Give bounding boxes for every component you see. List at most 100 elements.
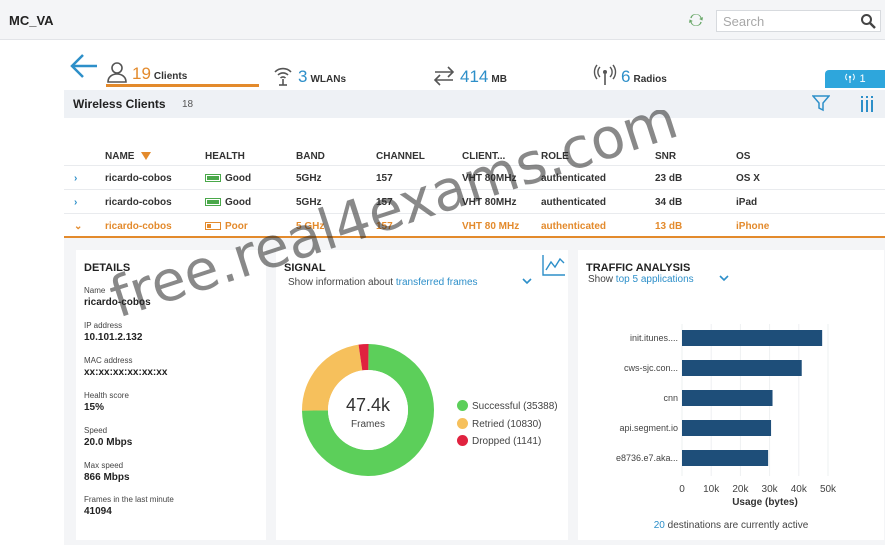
wlans-count: 3 [298,67,308,86]
traffic-bar[interactable] [682,390,773,406]
tab-radios[interactable]: 6 Radios [593,51,667,87]
row-expand-icon[interactable]: › [74,197,88,208]
refresh-icon[interactable] [688,12,704,28]
signal-panel: SIGNAL Show information about transferre… [276,250,568,540]
detail-value-health: 15% [84,402,105,413]
destinations-text: destinations are currently active [667,520,809,531]
radio-badge-button[interactable]: 1 [825,70,885,88]
client-details-area: DETAILS Name ricardo-cobos IP address 10… [64,238,885,545]
clients-table: NAME HEALTH BAND CHANNEL CLIENT... ROLE … [64,144,885,238]
search-box[interactable] [716,10,881,32]
row-band: 5GHz [296,197,322,208]
summary-bar: 19 Clients 3 WLANs 414 MB 6 Radios 1 [58,41,885,89]
row-health: Good [205,197,251,208]
detail-label-speed: Speed [84,426,108,435]
bar-category-label: init.itunes.... [630,333,678,343]
column-header-channel[interactable]: CHANNEL [376,151,425,162]
health-bar-icon [205,222,221,230]
wifi-icon [274,67,292,86]
search-icon[interactable] [860,13,876,29]
row-collapse-icon[interactable]: ⌄ [74,221,88,232]
tab-wlans[interactable]: 3 WLANs [272,51,346,87]
radios-count: 6 [621,67,631,86]
sort-descending-icon[interactable] [141,152,152,160]
detail-value-ip: 10.101.2.132 [84,332,143,343]
radios-label: Radios [633,74,667,85]
app-title: MC_VA [9,13,54,28]
table-row[interactable]: › ricardo-cobos Good 5GHz 157 VHT 80MHz … [64,190,885,214]
wireless-clients-header: Wireless Clients 18 [64,90,885,118]
table-row[interactable]: › ricardo-cobos Good 5GHz 157 VHT 80MHz … [64,166,885,190]
column-header-client[interactable]: CLIENT... [462,151,505,162]
column-header-name[interactable]: NAME [105,151,152,162]
row-health: Good [205,173,251,184]
column-header-os[interactable]: OS [736,151,750,162]
legend-dot-dropped [457,435,468,446]
bar-category-label: api.segment.io [619,423,678,433]
details-panel: DETAILS Name ricardo-cobos IP address 10… [76,250,266,540]
table-spacer [64,118,885,144]
detail-label-health: Health score [84,391,129,400]
detail-label-name: Name [84,286,106,295]
detail-value-frames: 41094 [84,506,112,517]
destinations-count-link[interactable]: 20 [654,520,665,531]
wlans-label: WLANs [310,74,347,85]
health-bar-icon [205,174,221,182]
traffic-bar[interactable] [682,360,802,376]
traffic-analysis-panel: TRAFFIC ANALYSIS Show top 5 applications… [578,250,884,540]
row-expand-icon[interactable]: › [74,173,88,184]
row-role: authenticated [541,173,607,184]
traffic-bar[interactable] [682,330,823,346]
x-tick-label: 40k [791,484,808,495]
column-header-role[interactable]: ROLE [541,151,569,162]
legend-retried: Retried (10830) [457,418,541,430]
table-row-selected[interactable]: ⌄ ricardo-cobos Poor 5 GHz 157 VHT 80 MH… [64,214,885,238]
legend-dropped: Dropped (1141) [457,435,541,447]
row-health: Poor [205,221,248,232]
legend-successful: Successful (35388) [457,400,558,412]
legend-label-retried: Retried (10830) [472,419,542,430]
bar-category-label: e8736.e7.aka... [616,453,678,463]
columns-icon[interactable] [861,96,873,115]
column-header-band[interactable]: BAND [296,151,325,162]
row-role: authenticated [541,221,607,232]
back-arrow-icon[interactable] [69,51,99,81]
row-os: iPhone [736,221,770,232]
column-header-snr[interactable]: SNR [655,151,676,162]
health-bar-icon [205,198,221,206]
x-tick-label: 20k [732,484,749,495]
donut-center-value: 47.4k [345,395,391,415]
row-name: ricardo-cobos [105,173,172,184]
tab-clients[interactable]: 19 Clients [106,51,259,87]
row-role: authenticated [541,197,607,208]
detail-label-max-speed: Max speed [84,461,124,470]
top-bar: MC_VA [0,0,885,40]
health-bar-fill [207,224,211,228]
left-gutter [0,41,58,545]
row-snr: 23 dB [655,173,683,184]
antenna-badge-icon [845,73,856,83]
row-channel: 157 [376,221,393,232]
tab-throughput[interactable]: 414 MB [432,51,507,87]
filter-icon[interactable] [811,95,831,115]
detail-value-max-speed: 866 Mbps [84,472,130,483]
traffic-bar[interactable] [682,420,772,436]
row-snr: 34 dB [655,197,683,208]
row-band: 5GHz [296,173,322,184]
x-tick-label: 30k [762,484,779,495]
table-header-row: NAME HEALTH BAND CHANNEL CLIENT... ROLE … [64,144,885,166]
search-input[interactable] [723,11,853,31]
row-client: VHT 80MHz [462,173,517,184]
column-header-name-label: NAME [105,151,135,162]
x-tick-label: 50k [820,484,837,495]
traffic-bar-chart: 0 10k 20k 30k 40k 50k init.itunes.... cws-sjc.c… [616,324,837,508]
row-client: VHT 80 MHz [462,221,520,232]
user-icon [107,62,127,83]
detail-label-mac: MAC address [84,356,133,365]
donut-center-label: Frames [351,419,385,430]
row-os: iPad [736,197,758,208]
health-bar-fill [207,176,219,180]
details-title: DETAILS [84,262,131,274]
traffic-bar[interactable] [682,450,769,466]
column-header-health[interactable]: HEALTH [205,151,245,162]
